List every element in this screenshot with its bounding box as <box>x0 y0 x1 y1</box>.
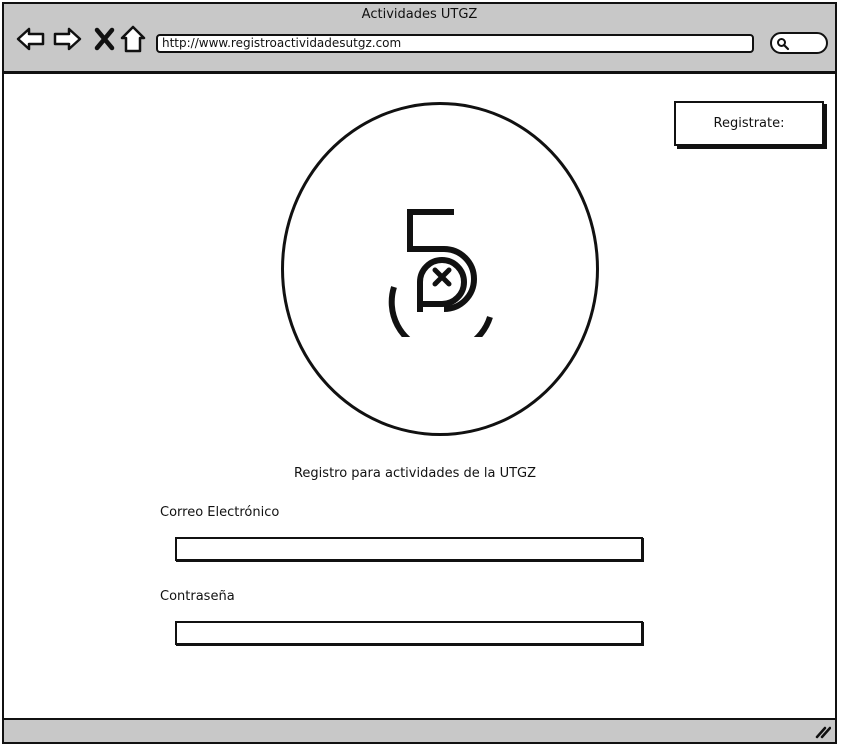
search-icon <box>777 38 790 51</box>
email-field[interactable] <box>175 537 643 561</box>
register-button[interactable]: Registrate: <box>674 101 824 146</box>
password-field[interactable] <box>175 621 643 645</box>
address-bar[interactable]: http://www.registroactividadesutgz.com <box>156 34 754 53</box>
status-bar <box>4 718 835 742</box>
form-caption: Registro para actividades de la UTGZ <box>293 466 537 481</box>
back-arrow-icon[interactable] <box>16 24 46 54</box>
forward-arrow-icon[interactable] <box>52 24 82 54</box>
home-icon[interactable] <box>118 24 148 54</box>
close-x-icon[interactable] <box>90 24 120 54</box>
browser-toolbar: Actividades UTGZ http://www.registroacti… <box>4 4 835 74</box>
password-label: Contraseña <box>160 589 235 604</box>
search-button[interactable] <box>770 32 828 54</box>
email-label: Correo Electrónico <box>160 505 280 520</box>
5p-logo-icon <box>388 209 493 337</box>
browser-window: Actividades UTGZ http://www.registroacti… <box>2 2 837 744</box>
resize-grip-icon[interactable] <box>815 725 831 739</box>
window-title: Actividades UTGZ <box>361 7 478 22</box>
page-content: Registrate: Registro para actividades de… <box>4 74 835 718</box>
